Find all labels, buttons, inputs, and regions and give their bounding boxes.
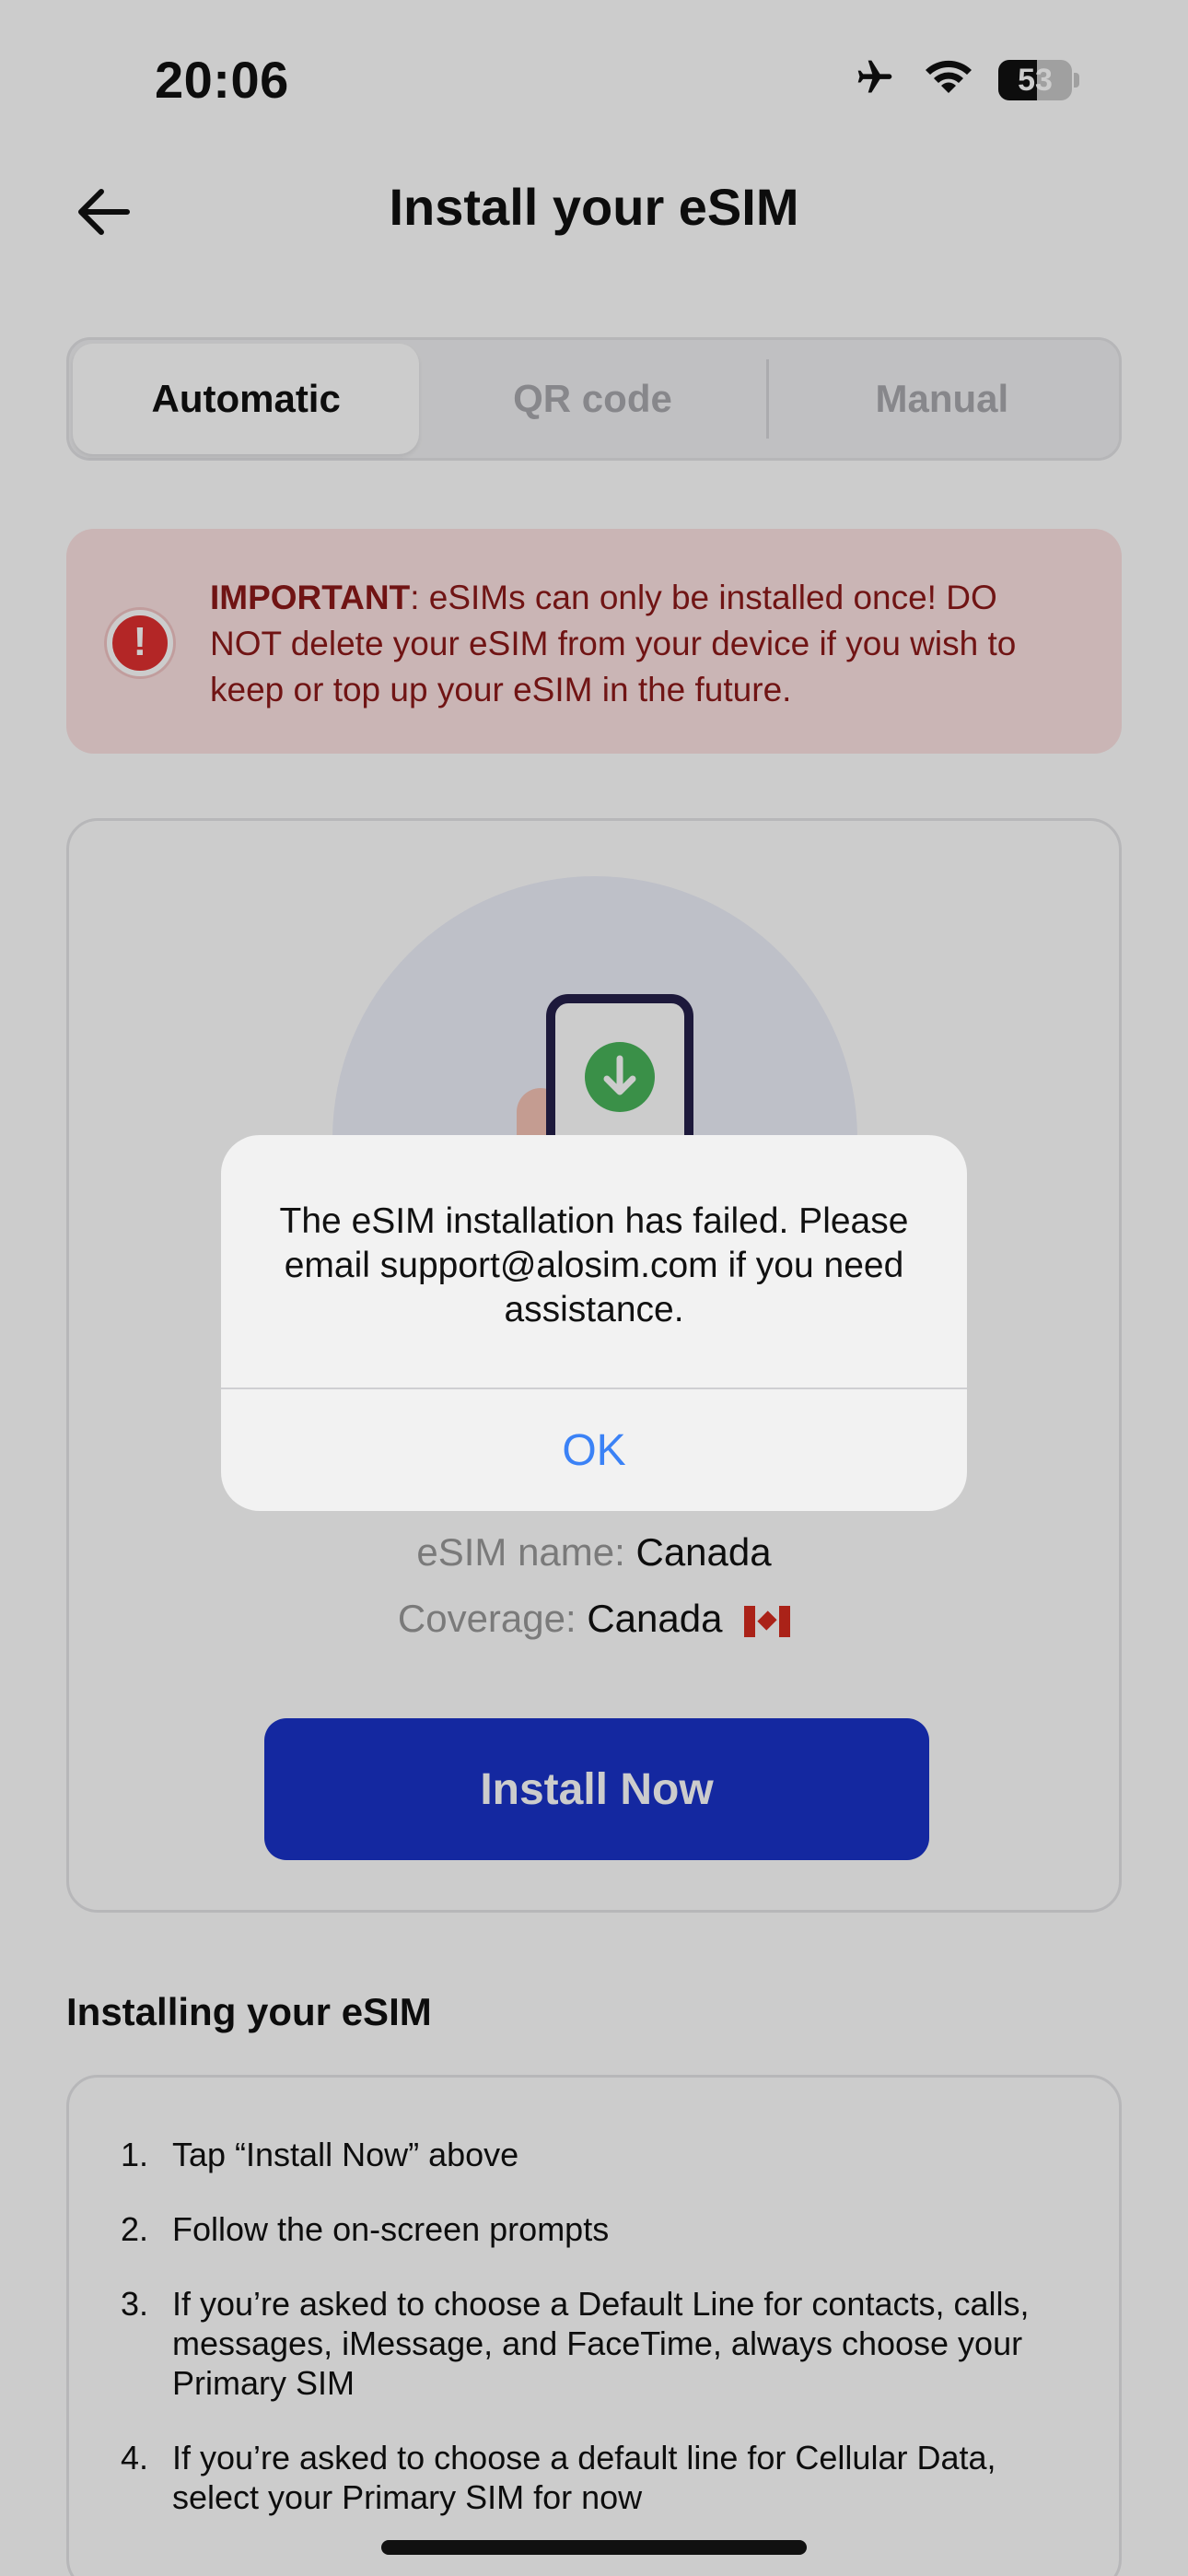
app-screen: 20:06 53 Install your eSIM Automatic QR … — [0, 0, 1188, 2576]
home-indicator[interactable] — [381, 2540, 807, 2555]
error-alert: The eSIM installation has failed. Please… — [221, 1135, 967, 1511]
alert-ok-button[interactable]: OK — [221, 1389, 967, 1511]
alert-message: The eSIM installation has failed. Please… — [279, 1201, 909, 1329]
